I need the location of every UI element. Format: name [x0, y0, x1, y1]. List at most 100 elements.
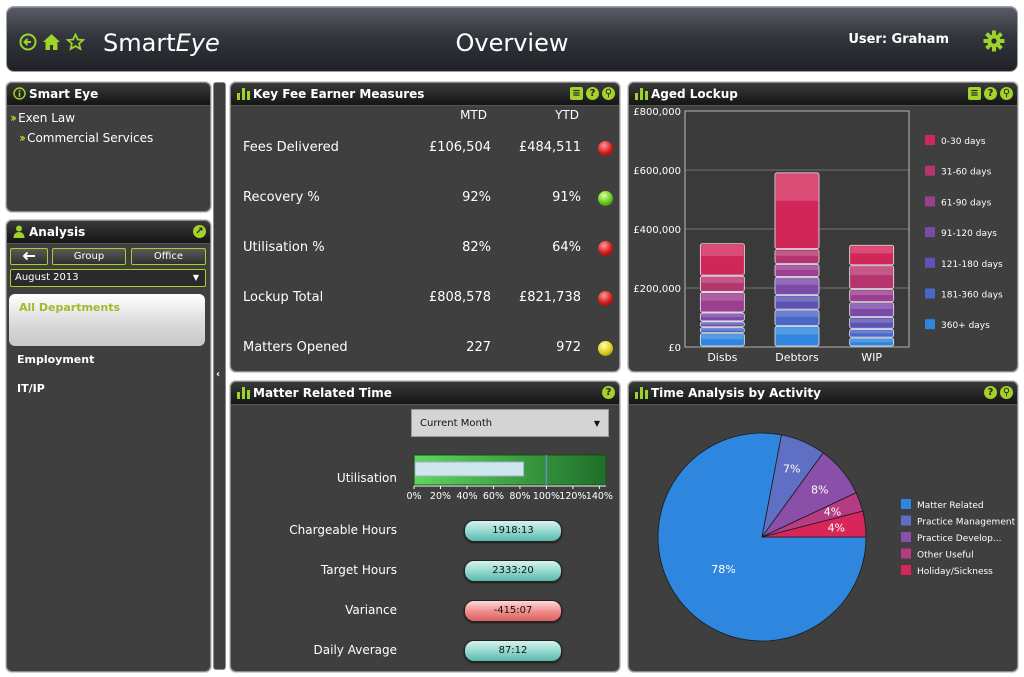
legend-swatch: [925, 227, 935, 238]
arrow-left-icon: [22, 251, 35, 261]
bar-segment-shine: [776, 278, 818, 285]
zoom-icon[interactable]: ⚲: [1000, 87, 1013, 100]
help-icon[interactable]: ?: [984, 87, 997, 100]
legend-label: 360+ days: [941, 321, 990, 331]
kfem-mtd-value: 82%: [462, 240, 491, 255]
bar-segment-shine: [701, 244, 744, 257]
legend-label: Practice Develop...: [917, 534, 1001, 544]
utilisation-tick-label: 100%: [533, 491, 560, 502]
zoom-icon[interactable]: ⚲: [1000, 386, 1013, 399]
sidebar-collapse-handle[interactable]: ‹: [213, 82, 226, 670]
expand-icon[interactable]: ↗: [193, 225, 206, 238]
kfem-ytd-value: £821,738: [518, 290, 581, 305]
status-indicator-icon: [598, 291, 613, 306]
utilisation-gauge: 0% 20% 40% 60% 80% 100% 120% 140%: [407, 454, 613, 502]
panel-header: Analysis ↗: [7, 221, 210, 244]
utilisation-tick-label: 60%: [483, 491, 504, 502]
legend-label: Practice Management: [917, 518, 1016, 528]
matter-time-row-label: Variance: [345, 603, 397, 617]
bar-segment-shine: [776, 296, 818, 302]
panel-title: Time Analysis by Activity: [651, 386, 821, 400]
matter-time-panel: Matter Related Time ? Current Month ▼ Uti…: [230, 381, 620, 672]
bar-segment-shine: [776, 311, 818, 317]
period-dropdown[interactable]: August 2013 ▼: [10, 269, 206, 287]
panel-header: Aged Lockup ≡? ⚲: [629, 83, 1017, 106]
legend-label: 121-180 days: [941, 260, 1003, 270]
matter-time-row-label: Target Hours: [320, 563, 397, 577]
y-tick-label: £400,000: [633, 225, 681, 236]
aged-lockup-panel: Aged Lockup ≡? ⚲ £0 £200,000 £400,000 £600,0…: [628, 82, 1018, 372]
kfem-ytd-value: 91%: [552, 190, 581, 205]
panel-title: Matter Related Time: [253, 386, 392, 400]
matter-time-row-label: Daily Average: [313, 643, 397, 657]
info-icon: [13, 87, 26, 100]
pie-data-label: 7%: [783, 462, 800, 475]
status-indicator-icon: [598, 341, 613, 356]
tree-item-commercial-services[interactable]: ›› Commercial Services: [19, 131, 153, 145]
legend-label: 31-60 days: [941, 168, 992, 178]
legend-swatch: [925, 288, 935, 299]
panel-title: Key Fee Earner Measures: [253, 87, 425, 101]
panel-title: Aged Lockup: [651, 87, 738, 101]
legend-swatch: [901, 515, 911, 526]
status-indicator-icon: [598, 141, 613, 156]
legend-swatch: [925, 135, 935, 145]
period-selected: Current Month: [420, 418, 493, 429]
bar-segment-shine: [701, 322, 744, 325]
analysis-panel: Analysis ↗ Group Office August 2013 ▼ All…: [6, 220, 211, 672]
y-tick-label: £0: [668, 343, 681, 354]
x-tick-label: Debtors: [775, 351, 819, 364]
list-icon[interactable]: ≡: [968, 87, 981, 100]
bar-segment-shine: [850, 318, 893, 323]
help-icon[interactable]: ?: [602, 386, 615, 399]
matter-time-value: 87:12: [464, 640, 562, 662]
kfem-ytd-value: £484,511: [518, 140, 581, 155]
period-dropdown[interactable]: Current Month ▼: [411, 409, 609, 437]
dept-item-it-ip[interactable]: IT/IP: [17, 382, 45, 395]
back-button[interactable]: [10, 248, 48, 265]
legend-swatch: [901, 565, 911, 575]
kfem-panel: Key Fee Earner Measures ≡? ⚲ MTD YTD Fees…: [230, 82, 620, 372]
period-selected: August 2013: [15, 272, 79, 283]
y-tick-label: £200,000: [633, 284, 681, 295]
legend-label: Matter Related: [917, 501, 984, 511]
panel-title: Analysis: [29, 225, 86, 239]
bar-segment-shine: [776, 173, 818, 201]
list-icon[interactable]: ≡: [570, 87, 583, 100]
zoom-icon[interactable]: ⚲: [602, 87, 615, 100]
pie-data-label: 8%: [811, 483, 828, 496]
bar-segment-shine: [850, 339, 893, 343]
group-button[interactable]: Group: [52, 248, 126, 265]
bar-chart-icon: [237, 387, 250, 399]
tree-item-label: Commercial Services: [27, 131, 154, 145]
bar-chart-icon: [237, 88, 250, 100]
user-label: User: Graham: [848, 32, 949, 47]
office-button[interactable]: Office: [131, 248, 206, 265]
panel-header: Time Analysis by Activity ? ⚲: [629, 382, 1017, 405]
bar-segment-shine: [850, 303, 893, 309]
time-analysis-chart: 78% 7% 8% 4% 4% Matter Related Practice Manage…: [657, 432, 1016, 642]
kfem-mtd-value: 227: [466, 340, 491, 355]
legend-label: 0-30 days: [941, 137, 986, 147]
kfem-mtd-value: £106,504: [428, 140, 491, 155]
dept-item-all-departments[interactable]: All Departments: [9, 294, 205, 346]
help-icon[interactable]: ?: [984, 386, 997, 399]
matter-time-row-label: Chargeable Hours: [289, 523, 397, 537]
x-tick-label: WIP: [861, 351, 882, 364]
kfem-ytd-value: 64%: [552, 240, 581, 255]
panel-header: Key Fee Earner Measures ≡? ⚲: [231, 83, 619, 106]
legend-label: 91-120 days: [941, 229, 997, 239]
matter-time-value: 2333:20: [464, 560, 562, 582]
gear-icon[interactable]: [983, 30, 1005, 52]
help-icon[interactable]: ?: [586, 87, 599, 100]
dept-item-employment[interactable]: Employment: [17, 353, 94, 366]
legend-swatch: [925, 257, 935, 268]
utilisation-label: Utilisation: [336, 471, 397, 485]
tree-item-exen-law[interactable]: ›› Exen Law: [10, 111, 75, 125]
bar-segment-shine: [701, 334, 744, 340]
aged-lockup-chart: £0 £200,000 £400,000 £600,000 £800,000 Disbs D…: [633, 107, 1003, 364]
y-tick-label: £800,000: [633, 107, 681, 118]
x-tick-label: Disbs: [707, 351, 737, 364]
kfem-ytd-value: 972: [556, 340, 581, 355]
panel-header: Matter Related Time ?: [231, 382, 619, 405]
